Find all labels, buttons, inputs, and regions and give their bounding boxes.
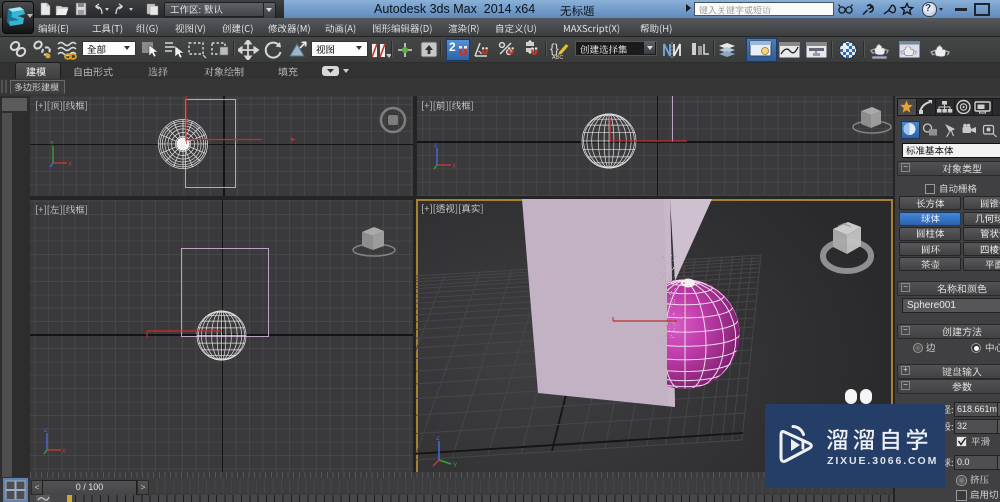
svg-text:Y: Y [50,141,54,147]
svg-text:X: X [62,449,66,455]
svg-text:Z: Z [44,428,48,434]
svg-text:Z: Z [434,143,438,149]
svg-text:Z: Z [436,436,440,442]
svg-text:ABC: ABC [552,55,563,60]
svg-text:{}: {} [550,41,559,56]
svg-text:Y: Y [453,462,458,469]
svg-text:X: X [68,162,72,168]
svg-text:X: X [452,164,456,170]
